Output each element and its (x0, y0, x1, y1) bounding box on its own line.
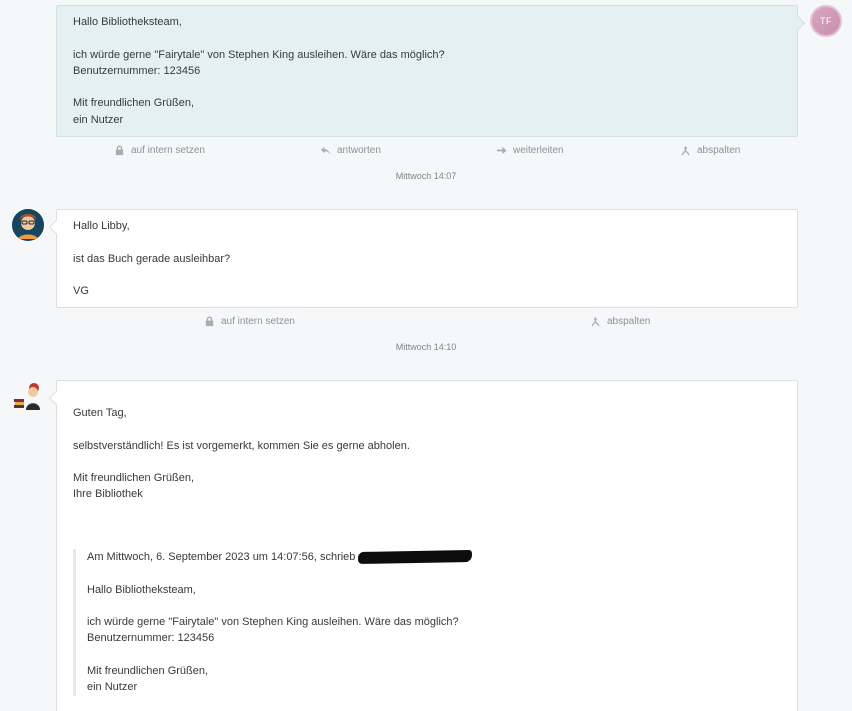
quote-header: Am Mittwoch, 6. September 2023 um 14:07:… (87, 549, 773, 565)
quoted-message: Am Mittwoch, 6. September 2023 um 14:07:… (73, 549, 773, 696)
message-bubble-customer: Hallo Bibliotheksteam, ich würde gerne "… (56, 5, 806, 137)
split-label: abspalten (607, 316, 651, 327)
quote-body: Hallo Bibliotheksteam, ich würde gerne "… (87, 583, 459, 694)
forward-icon (496, 146, 507, 155)
set-internal-label: auf intern setzen (221, 316, 295, 327)
message-text: Guten Tag, selbstverständlich! Es ist vo… (73, 407, 410, 501)
message-text: Hallo Libby, ist das Buch gerade ausleih… (73, 220, 231, 298)
split-button[interactable]: abspalten (680, 145, 740, 156)
agent-avatar-icon (12, 209, 44, 241)
set-internal-label: auf intern setzen (131, 145, 205, 156)
quote-header-text: Am Mittwoch, 6. September 2023 um 14:07:… (87, 551, 356, 563)
reply-label: antworten (337, 145, 381, 156)
reply-icon (320, 146, 331, 156)
split-button[interactable]: abspalten (590, 316, 650, 327)
set-internal-button[interactable]: auf intern setzen (204, 316, 295, 327)
set-internal-button[interactable]: auf intern setzen (114, 145, 205, 156)
avatar[interactable]: TF (810, 5, 842, 37)
message-timestamp: Mittwoch 14:07 (395, 171, 457, 181)
avatar-initials: TF (820, 16, 832, 26)
reply-button[interactable]: antworten (320, 145, 381, 156)
split-label: abspalten (697, 145, 741, 156)
bubble-tail (48, 219, 64, 235)
message-bubble-agent: Hallo Libby, ist das Buch gerade ausleih… (48, 209, 798, 308)
forward-label: weiterleiten (513, 145, 564, 156)
split-icon (591, 316, 600, 327)
lock-icon (205, 316, 214, 327)
message-actions: auf intern setzen abspalten (56, 316, 798, 330)
forward-button[interactable]: weiterleiten (496, 145, 564, 156)
agent-avatar-icon (14, 383, 40, 410)
agent-avatar[interactable] (12, 380, 44, 412)
message-actions: auf intern setzen antworten weiterleiten… (56, 145, 798, 159)
bubble-tail (790, 15, 806, 31)
agent-avatar[interactable] (12, 209, 44, 241)
redacted-email (358, 550, 473, 565)
message-text: Hallo Bibliotheksteam, ich würde gerne "… (73, 16, 445, 126)
bubble-tail (48, 390, 64, 406)
split-icon (681, 145, 690, 156)
lock-icon (115, 145, 124, 156)
message-timestamp: Mittwoch 14:10 (395, 342, 457, 352)
